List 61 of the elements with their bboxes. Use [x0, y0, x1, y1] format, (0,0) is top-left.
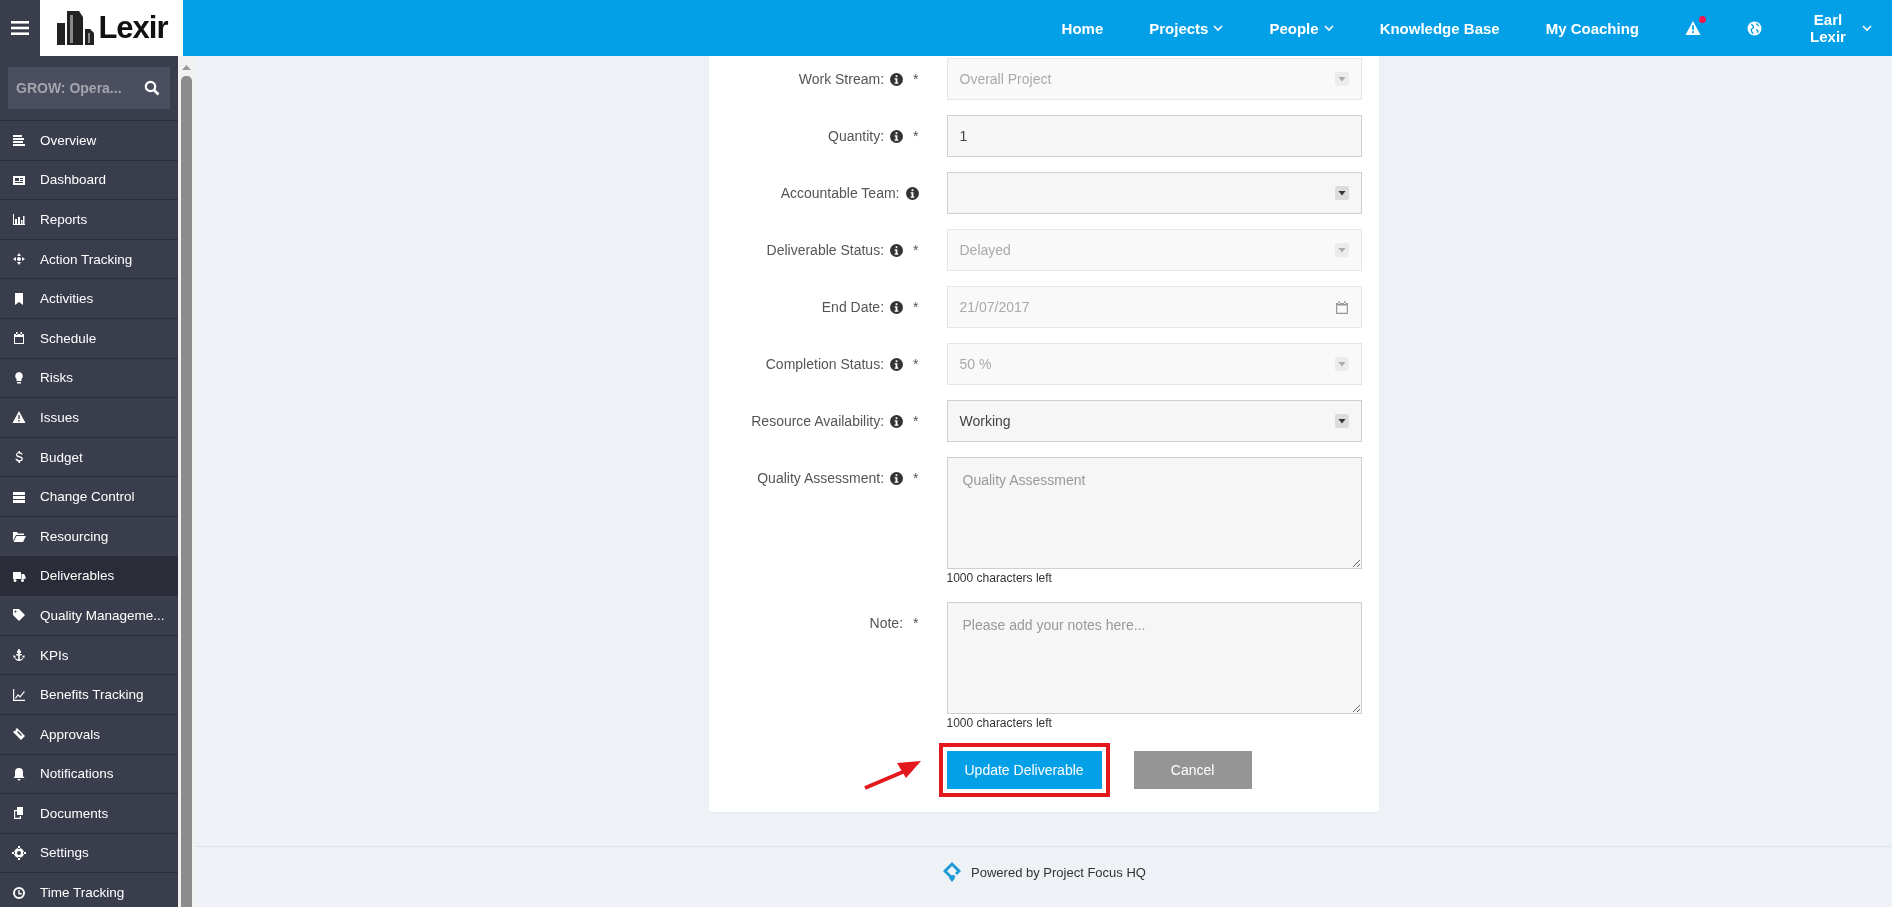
bar-chart-icon	[12, 212, 26, 227]
field-label: Resource Availability:	[751, 413, 885, 429]
required-marker: *	[913, 413, 919, 429]
required-marker: *	[913, 615, 919, 631]
logo-text: Lexir	[98, 10, 168, 46]
footer-text: Powered by Project Focus HQ	[971, 864, 1146, 880]
menu-icon[interactable]	[0, 0, 40, 56]
info-icon[interactable]	[890, 415, 904, 428]
dropdown-field[interactable]: Working	[946, 400, 1362, 442]
field-label: End Date:	[821, 299, 885, 315]
copy-icon	[12, 806, 26, 821]
field-label: Deliverable Status:	[766, 242, 885, 258]
caret-icon	[1334, 72, 1349, 86]
line-chart-icon	[12, 687, 26, 702]
warning-icon	[1685, 21, 1701, 35]
info-icon[interactable]	[890, 130, 904, 143]
required-marker: *	[913, 299, 919, 315]
field-label: Completion Status:	[765, 356, 885, 372]
required-marker: *	[913, 356, 919, 372]
character-counter: 1000 characters left	[946, 571, 1052, 585]
scrollbar[interactable]	[178, 56, 195, 907]
calendar-icon	[12, 331, 26, 346]
crosshair-icon	[12, 252, 26, 267]
dropdown-field[interactable]	[946, 172, 1362, 214]
stack-icon	[12, 489, 26, 504]
lightbulb-icon	[12, 370, 26, 385]
character-counter: 1000 characters left	[946, 716, 1052, 730]
field-label: Note:	[869, 615, 904, 631]
field-label: Quantity:	[828, 128, 885, 144]
diamond-logo-icon	[941, 861, 964, 883]
required-marker: *	[913, 128, 919, 144]
text-area[interactable]: Quality Assessment	[946, 457, 1362, 569]
logo[interactable]: Lexir	[40, 0, 183, 56]
folder-icon	[12, 529, 26, 544]
ticket-icon	[12, 727, 26, 742]
field-label: Work Stream:	[798, 71, 885, 87]
lines-icon	[12, 133, 26, 148]
required-marker: *	[913, 71, 919, 87]
anchor-icon	[12, 648, 26, 662]
tag-icon	[12, 608, 26, 623]
bell-icon	[12, 766, 26, 781]
caret-icon	[1334, 186, 1349, 200]
calendar-icon	[1334, 300, 1349, 314]
caret-icon	[1334, 243, 1349, 257]
caret-icon	[1334, 357, 1349, 371]
info-icon[interactable]	[905, 187, 919, 200]
required-marker: *	[913, 242, 919, 258]
caret-icon	[1334, 414, 1349, 428]
clock-icon	[12, 885, 26, 900]
bookmark-icon	[12, 291, 26, 306]
text-area[interactable]: Please add your notes here...	[946, 602, 1362, 714]
info-icon[interactable]	[890, 472, 904, 485]
gear-icon	[12, 846, 26, 860]
field-label: Accountable Team:	[780, 185, 900, 201]
input-field[interactable]: 1	[946, 115, 1362, 157]
required-marker: *	[913, 470, 919, 486]
field-label: Quality Assessment:	[757, 470, 885, 486]
chevron-icon	[1862, 24, 1872, 32]
sidebar-item[interactable]: Deliverables	[0, 556, 178, 597]
warning-icon	[12, 410, 26, 425]
search-icon	[144, 80, 160, 96]
